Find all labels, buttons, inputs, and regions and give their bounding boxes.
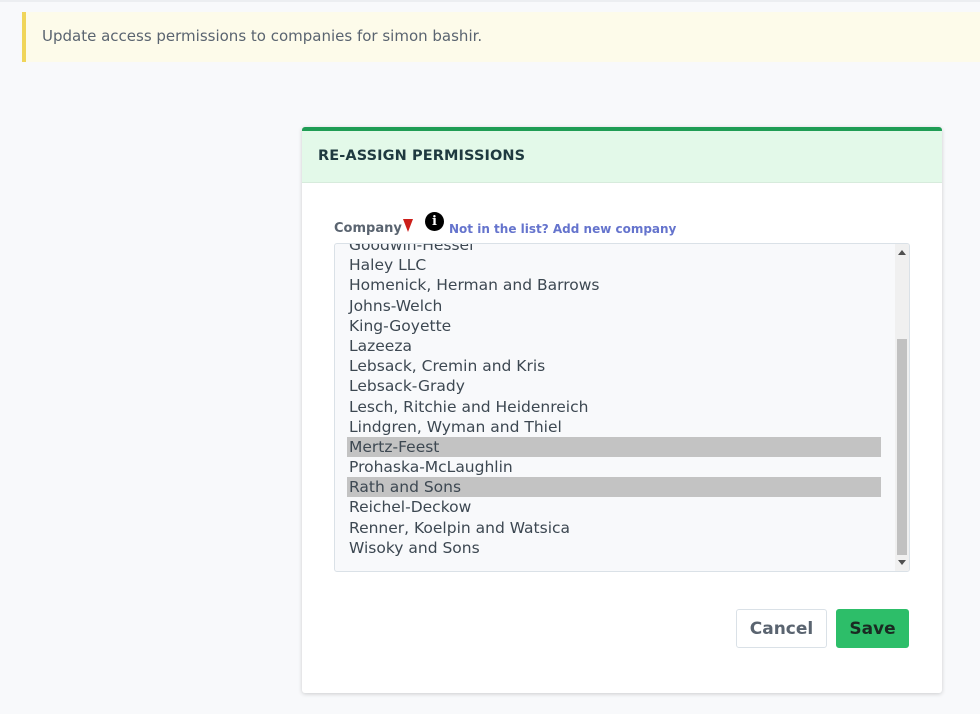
company-option[interactable]: Haley LLC: [347, 255, 881, 275]
company-option[interactable]: Lindgren, Wyman and Thiel: [347, 417, 881, 437]
card-header: RE-ASSIGN PERMISSIONS: [302, 131, 942, 183]
top-divider: [0, 0, 980, 2]
info-icon[interactable]: i: [425, 212, 444, 231]
company-option[interactable]: Lebsack-Grady: [347, 376, 881, 396]
company-multiselect[interactable]: Goodwin-Hessel Haley LLC Homenick, Herman …: [334, 243, 910, 572]
company-option[interactable]: Renner, Koelpin and Watsica: [347, 518, 881, 538]
cancel-button[interactable]: Cancel: [736, 609, 827, 648]
company-label: Company: [334, 221, 402, 236]
company-option[interactable]: Rath and Sons: [347, 477, 881, 498]
alert-message: Update access permissions to companies f…: [42, 27, 483, 45]
company-option[interactable]: Reichel-Deckow: [347, 497, 881, 517]
listbox-scrollbar[interactable]: [895, 244, 909, 571]
company-options-list: Goodwin-Hessel Haley LLC Homenick, Herman …: [347, 244, 881, 558]
scrollbar-thumb[interactable]: [897, 339, 907, 555]
add-new-company-link[interactable]: Not in the list? Add new company: [449, 222, 676, 236]
scroll-down-arrow-icon[interactable]: [898, 560, 906, 565]
company-option[interactable]: Wisoky and Sons: [347, 538, 881, 558]
company-option[interactable]: King-Goyette: [347, 316, 881, 336]
company-option[interactable]: Goodwin-Hessel: [347, 244, 881, 255]
company-option[interactable]: Mertz-Feest: [347, 436, 881, 458]
card-title: RE-ASSIGN PERMISSIONS: [318, 148, 526, 164]
scroll-up-arrow-icon[interactable]: [898, 250, 906, 255]
company-option[interactable]: Homenick, Herman and Barrows: [347, 275, 881, 295]
info-alert: Update access permissions to companies f…: [22, 12, 980, 62]
company-option[interactable]: Lesch, Ritchie and Heidenreich: [347, 397, 881, 417]
company-option[interactable]: Lazeeza: [347, 336, 881, 356]
reassign-permissions-card: RE-ASSIGN PERMISSIONS Company i Not in t…: [302, 127, 942, 693]
company-option[interactable]: Prohaska-McLaughlin: [347, 457, 881, 477]
company-option[interactable]: Johns-Welch: [347, 296, 881, 316]
save-button[interactable]: Save: [836, 609, 909, 648]
required-marker-icon: [403, 219, 413, 232]
company-option[interactable]: Lebsack, Cremin and Kris: [347, 356, 881, 376]
